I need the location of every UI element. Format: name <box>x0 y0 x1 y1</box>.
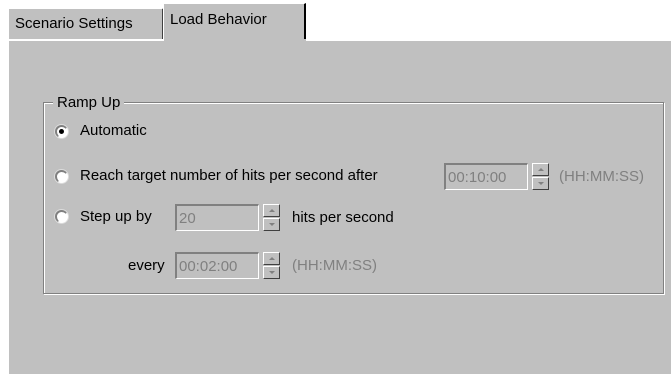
tab-scenario-settings-label: Scenario Settings <box>15 15 133 32</box>
spin-down-icon <box>268 271 275 274</box>
tab-scenario-settings[interactable]: Scenario Settings <box>8 8 164 39</box>
spin-up-icon <box>268 257 275 260</box>
step-up-unit-label: hits per second <box>292 209 394 226</box>
reach-target-label[interactable]: Reach target number of hits per second a… <box>80 167 378 185</box>
radio-reach-target[interactable] <box>55 170 68 183</box>
step-up-spin-up-button[interactable] <box>263 204 280 217</box>
every-spin-down-button[interactable] <box>263 266 280 279</box>
step-up-hits-spinner[interactable] <box>263 204 280 231</box>
spin-up-icon <box>268 209 275 212</box>
radio-step-up[interactable] <box>55 210 68 223</box>
spin-down-icon <box>268 223 275 226</box>
every-time-spinner[interactable] <box>263 252 280 279</box>
step-up-hits-field[interactable] <box>175 204 259 231</box>
radio-automatic[interactable] <box>55 125 68 138</box>
reach-target-time-spinner[interactable] <box>532 163 549 190</box>
reach-target-spin-down-button[interactable] <box>532 177 549 190</box>
ramp-up-group-label: Ramp Up <box>53 94 125 111</box>
every-unit-label: (HH:MM:SS) <box>292 257 377 274</box>
tab-load-behavior-label: Load Behavior <box>170 11 267 28</box>
reach-target-unit-label: (HH:MM:SS) <box>559 168 644 185</box>
reach-target-spin-up-button[interactable] <box>532 163 549 176</box>
every-label: every <box>128 257 165 274</box>
step-up-spin-down-button[interactable] <box>263 218 280 231</box>
every-time-field[interactable] <box>175 252 259 279</box>
automatic-label[interactable]: Automatic <box>80 122 147 140</box>
tab-load-behavior[interactable]: Load Behavior <box>163 3 306 43</box>
step-up-label[interactable]: Step up by <box>80 208 152 226</box>
spin-down-icon <box>537 182 544 185</box>
every-spin-up-button[interactable] <box>263 252 280 265</box>
spin-up-icon <box>537 168 544 171</box>
reach-target-time-field[interactable] <box>444 163 528 190</box>
